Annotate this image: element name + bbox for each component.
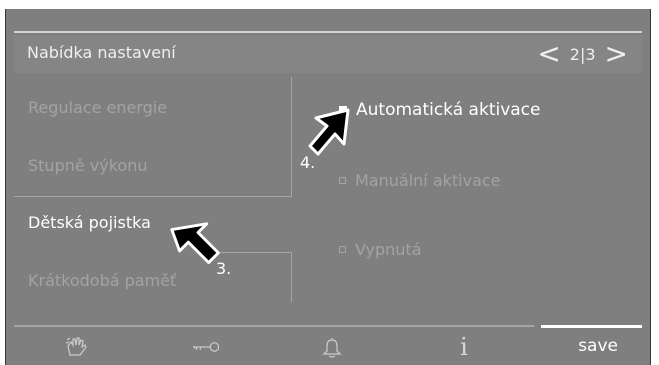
top-divider — [14, 31, 642, 33]
column-divider-top — [291, 77, 292, 197]
menu-item-child-lock[interactable]: Dětská pojistka — [28, 213, 151, 232]
pager: < 2|3 > — [531, 37, 634, 71]
option-label: Automatická aktivace — [356, 100, 541, 120]
footer-divider — [14, 325, 534, 327]
unselected-indicator — [339, 177, 346, 184]
prev-page-button[interactable]: < — [531, 40, 566, 68]
pointer-arrow-icon — [308, 108, 350, 156]
save-highlight-line — [541, 325, 642, 328]
bell-icon[interactable] — [317, 334, 347, 360]
option-manual-activation[interactable]: Manuální aktivace — [339, 171, 501, 190]
menu-item-energy-regulation[interactable]: Regulace energie — [28, 98, 167, 117]
settings-header: Nabídka nastavení < 2|3 > — [14, 35, 642, 73]
info-glyph: i — [460, 333, 468, 361]
page-indicator: 2|3 — [569, 44, 596, 64]
info-icon[interactable]: i — [449, 333, 479, 361]
column-divider-bottom — [291, 252, 292, 302]
option-label: Vypnutá — [355, 240, 422, 259]
key-icon[interactable] — [191, 334, 221, 360]
control-panel-screen: Nabídka nastavení < 2|3 > Regulace energ… — [5, 9, 651, 365]
hand-wipe-icon[interactable] — [62, 334, 92, 360]
menu-item-power-levels[interactable]: Stupně výkonu — [28, 156, 148, 175]
option-off[interactable]: Vypnutá — [339, 240, 422, 259]
save-button[interactable]: save — [578, 336, 618, 356]
page-title: Nabídka nastavení — [27, 43, 176, 62]
option-label: Manuální aktivace — [355, 171, 501, 190]
unselected-indicator — [339, 246, 346, 253]
menu-item-short-term-memory[interactable]: Krátkodobá paměť — [28, 271, 176, 290]
pointer-arrow-icon — [170, 222, 220, 265]
next-page-button[interactable]: > — [599, 40, 634, 68]
footer-bar: i save — [6, 330, 650, 365]
menu-divider-1 — [14, 196, 291, 197]
